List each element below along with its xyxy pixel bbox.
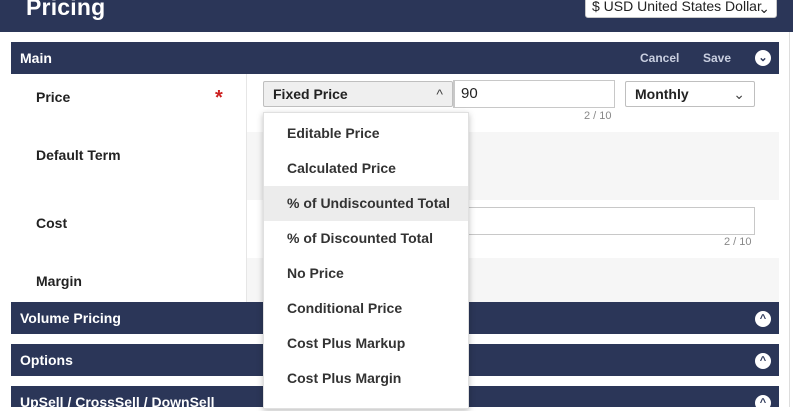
dropdown-option[interactable]: Conditional Price — [264, 291, 468, 326]
dropdown-option[interactable]: No Price — [264, 256, 468, 291]
chevron-up-circle-icon[interactable]: ^ — [755, 311, 771, 327]
dropdown-option[interactable]: Editable Price — [264, 116, 468, 151]
term-select[interactable]: Monthly ⌄ — [625, 81, 755, 107]
dropdown-option[interactable]: Cost Plus Margin — [264, 361, 468, 396]
chevron-down-circle-icon[interactable]: ⌄ — [755, 50, 771, 66]
cancel-button[interactable]: Cancel — [640, 51, 679, 65]
main-section-label: Main — [20, 50, 52, 66]
dropdown-option[interactable]: Calculated Price — [264, 151, 468, 186]
default-term-label: Default Term — [36, 147, 121, 163]
scrollbar-track[interactable] — [789, 32, 790, 407]
dropdown-option-highlighted[interactable]: % of Undiscounted Total — [264, 186, 468, 221]
price-label: Price — [36, 89, 71, 105]
page-title: Pricing — [26, 0, 106, 20]
price-type-dropdown: Editable Price Calculated Price % of Und… — [263, 112, 469, 409]
options-label: Options — [20, 352, 73, 368]
chevron-up-icon: ^ — [436, 86, 443, 102]
margin-label: Margin — [36, 273, 82, 289]
price-type-select[interactable]: Fixed Price ^ — [263, 81, 453, 107]
upsell-label: UpSell / CrossSell / DownSell — [20, 394, 215, 410]
cost-char-counter: 2 / 10 — [724, 236, 752, 248]
cost-input[interactable] — [466, 207, 755, 235]
main-section-header[interactable]: Main Cancel Save ⌄ — [11, 42, 779, 74]
price-input[interactable]: 90 — [453, 80, 615, 108]
chevron-up-circle-icon[interactable]: ^ — [755, 395, 771, 411]
term-value: Monthly — [635, 86, 689, 102]
field-labels-column: Price * Default Term Cost Margin — [11, 74, 247, 302]
price-type-value: Fixed Price — [273, 86, 348, 102]
chevron-down-icon: ⌄ — [758, 0, 770, 16]
page-header: Pricing $ USD United States Dollar ⌄ — [0, 0, 793, 32]
currency-select[interactable]: $ USD United States Dollar ⌄ — [585, 0, 777, 18]
save-button[interactable]: Save — [703, 51, 731, 65]
chevron-down-icon: ⌄ — [733, 86, 745, 102]
dropdown-option[interactable]: % of Discounted Total — [264, 221, 468, 256]
price-char-counter: 2 / 10 — [584, 110, 612, 122]
volume-pricing-label: Volume Pricing — [20, 310, 121, 326]
cost-label: Cost — [36, 215, 68, 231]
dropdown-option[interactable]: Cost Plus Markup — [264, 326, 468, 361]
chevron-up-circle-icon[interactable]: ^ — [755, 353, 771, 369]
required-asterisk: * — [215, 87, 223, 109]
currency-select-label: $ USD United States Dollar — [592, 0, 762, 14]
